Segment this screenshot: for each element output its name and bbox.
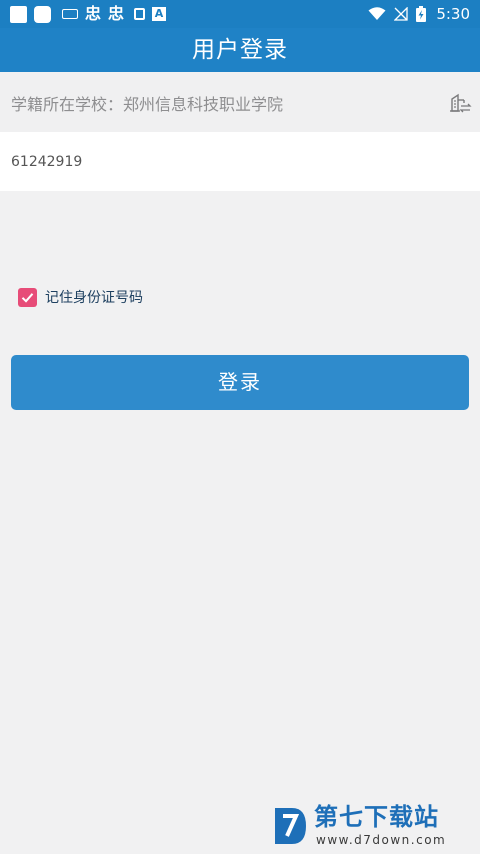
remember-id-option[interactable]: 记住身份证号码 xyxy=(18,287,143,307)
checkmark-icon xyxy=(21,292,34,303)
remember-label: 记住身份证号码 xyxy=(45,290,143,306)
no-signal-icon xyxy=(394,7,408,21)
notification-app-icon-2: 忠 xyxy=(108,4,125,23)
school-label: 学籍所在学校：郑州信息科技职业学院 xyxy=(11,94,284,114)
page-title: 用户登录 xyxy=(192,37,288,63)
status-system-icons: 5:30 xyxy=(368,4,470,24)
school-row: 学籍所在学校：郑州信息科技职业学院 xyxy=(0,73,480,132)
watermark-url: www.d7down.com xyxy=(316,833,447,847)
notification-a-icon: A xyxy=(152,7,167,21)
notification-rounded-square-icon xyxy=(34,5,51,23)
watermark-title: 第七下载站 xyxy=(314,803,439,831)
status-bar: 忠 忠 A 5:30 xyxy=(0,0,480,28)
id-number-input[interactable] xyxy=(11,150,451,174)
status-time: 5:30 xyxy=(436,5,470,23)
app-bar: 用户登录 xyxy=(0,28,480,72)
login-button[interactable]: 登录 xyxy=(11,355,469,410)
keyboard-icon xyxy=(62,9,78,19)
watermark: 第七下载站 www.d7down.com xyxy=(272,802,472,850)
id-number-row xyxy=(0,132,480,191)
building-switch-icon[interactable] xyxy=(448,91,472,115)
status-notifications: 忠 忠 A xyxy=(10,4,167,24)
d7-logo-icon xyxy=(275,808,306,844)
remember-checkbox[interactable] xyxy=(18,287,37,307)
notification-card-icon xyxy=(134,8,146,20)
notification-app-icon: 忠 xyxy=(85,4,102,23)
wifi-icon xyxy=(368,7,386,20)
notification-square-icon xyxy=(10,5,27,23)
battery-charging-icon xyxy=(416,6,427,22)
